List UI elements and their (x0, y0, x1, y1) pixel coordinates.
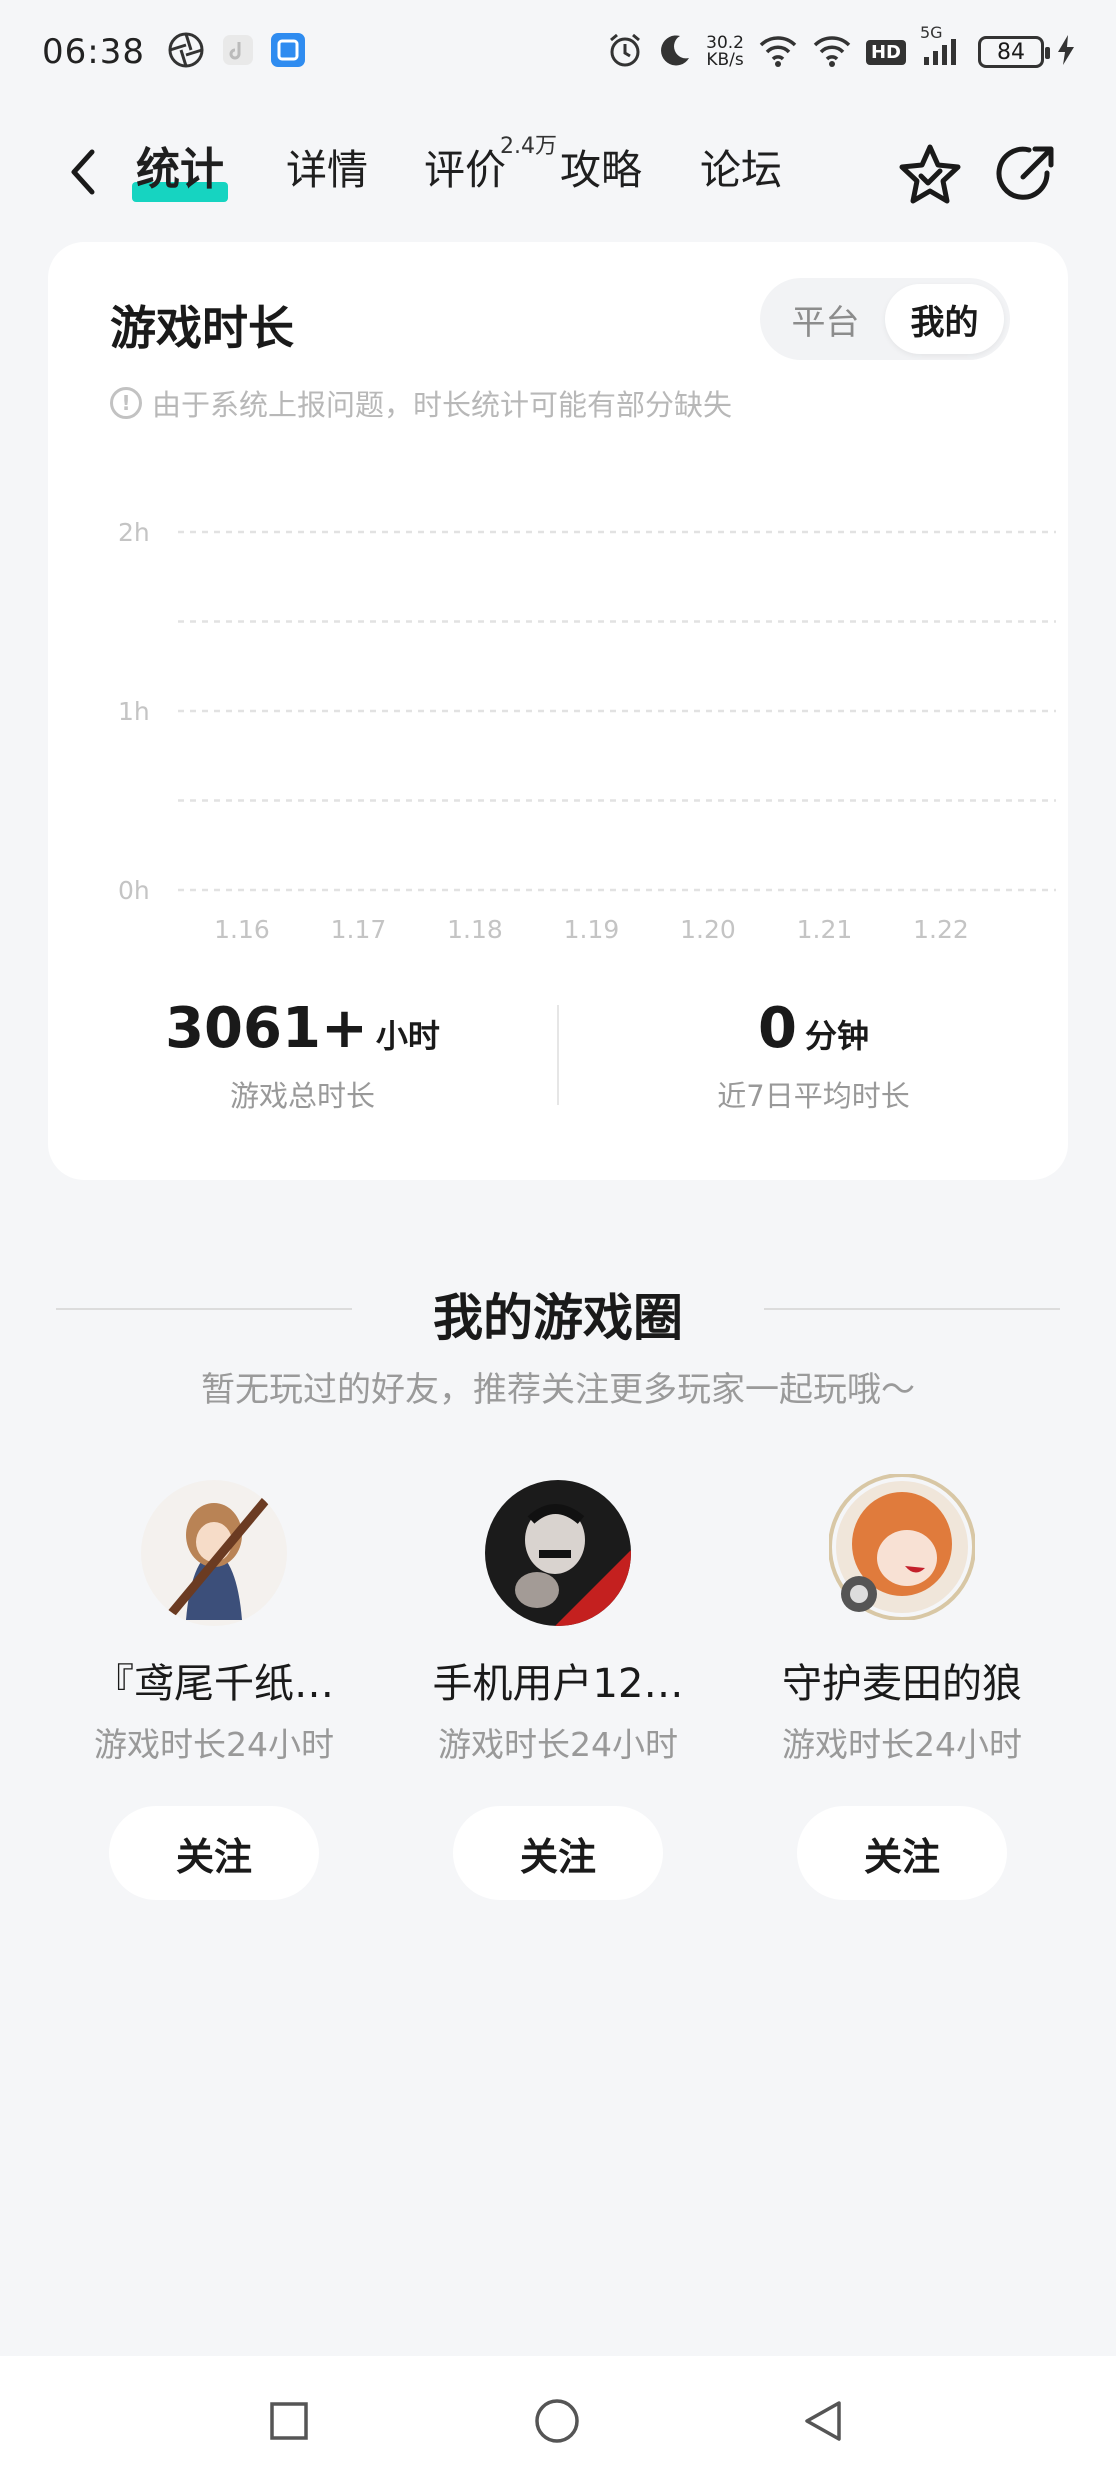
avg-label: 近7日平均时长 (717, 1078, 910, 1113)
reviews-count-badge: 2.4万 (500, 134, 557, 159)
follow-button[interactable]: 关注 (797, 1806, 1007, 1900)
friend-list: 『鸢尾千纸… 游戏时长24小时 关注 手机用户12… 游戏时长24小时 关注 守… (0, 1474, 1116, 1920)
share-icon (996, 146, 1054, 200)
playtime-chart: 0h 1h 2h 1.16 1.17 1.18 1.19 1.20 1.21 1.22 (118, 518, 1056, 944)
moon-icon (658, 33, 692, 71)
playtime-card: 游戏时长 平台 我的 ! 由于系统上报问题，时长统计可能有部分缺失 0h 1h 2h… (48, 242, 1068, 1180)
friend-playtime: 游戏时长24小时 (782, 1725, 1022, 1764)
status-right: 30.2 KB/s HD 5G 84 (606, 23, 1074, 73)
battery-indicator: 84 (978, 36, 1050, 68)
tab-label: 攻略 (560, 146, 642, 194)
avg-value: 0 (758, 995, 797, 1061)
wifi-icon-2 (812, 33, 852, 71)
net-speed-unit: KB/s (706, 50, 744, 70)
total-playtime: 3061+ 小时 游戏总时长 (48, 990, 557, 1120)
star-check-icon (899, 144, 961, 204)
friend-card: 『鸢尾千纸… 游戏时长24小时 关注 (42, 1480, 386, 1900)
tab-details[interactable]: 详情 (286, 138, 368, 202)
segment-mine[interactable]: 我的 (885, 284, 1004, 354)
summary-row: 3061+ 小时 游戏总时长 0 分钟 近7日平均时长 (48, 990, 1068, 1120)
segment-switch: 平台 我的 (760, 278, 1010, 360)
share-button[interactable] (990, 138, 1062, 210)
status-app-icons (167, 31, 305, 73)
tab-label: 详情 (286, 146, 368, 194)
status-time: 06:38 (42, 32, 145, 72)
y-tick-label: 1h (118, 697, 150, 726)
alarm-icon (606, 31, 644, 73)
tab-guides[interactable]: 攻略 (560, 138, 642, 202)
circle-icon (535, 2399, 579, 2443)
app-badge-icon (270, 33, 305, 71)
total-value: 3061+ (165, 995, 368, 1061)
tab-reviews[interactable]: 评价 (424, 138, 506, 202)
follow-button[interactable]: 关注 (453, 1806, 663, 1900)
friend-name[interactable]: 手机用户12… (433, 1658, 684, 1710)
friend-playtime: 游戏时长24小时 (438, 1725, 678, 1764)
avatar[interactable] (485, 1480, 631, 1626)
info-icon: ! (110, 387, 142, 419)
friend-card: 手机用户12… 游戏时长24小时 关注 (386, 1480, 730, 1900)
aperture-icon (167, 31, 205, 73)
x-tick-label: 1.19 (564, 915, 620, 944)
square-icon (270, 2402, 308, 2440)
avg-unit: 分钟 (804, 1016, 869, 1055)
tab-label: 统计 (136, 144, 224, 195)
friend-name[interactable]: 『鸢尾千纸… (94, 1658, 334, 1710)
total-unit: 小时 (375, 1016, 440, 1055)
section-title: 我的游戏圈 (433, 1289, 683, 1347)
x-tick-label: 1.16 (214, 915, 270, 944)
battery-level: 84 (997, 39, 1025, 65)
avg-7day-playtime: 0 分钟 近7日平均时长 (559, 990, 1068, 1120)
x-tick-label: 1.22 (913, 915, 969, 944)
signal-icon: 5G (920, 23, 964, 71)
game-circle-header: 我的游戏圈 (0, 1270, 1116, 1350)
charging-icon (1058, 35, 1074, 69)
back-nav-button[interactable] (798, 2396, 848, 2446)
friend-card: 守护麦田的狼 游戏时长24小时 关注 (730, 1474, 1074, 1900)
favorite-button[interactable] (894, 138, 966, 210)
back-button[interactable] (56, 144, 112, 200)
status-bar: 06:38 30.2 KB/s HD 5G 84 (0, 0, 1116, 104)
tab-forum[interactable]: 论坛 (700, 138, 782, 202)
x-tick-label: 1.21 (797, 915, 853, 944)
hd-badge: HD (865, 39, 906, 65)
y-tick-label: 2h (118, 518, 150, 547)
segment-platform[interactable]: 平台 (766, 284, 885, 354)
x-tick-label: 1.20 (680, 915, 736, 944)
avatar[interactable] (829, 1474, 975, 1626)
tab-label: 论坛 (700, 146, 782, 194)
triangle-back-icon (805, 2401, 841, 2441)
card-title: 游戏时长 (110, 301, 294, 355)
tab-label: 评价 (424, 146, 506, 194)
network-type: 5G (920, 23, 943, 42)
wifi-icon (758, 33, 798, 71)
top-nav: 统计 详情 评价 2.4万 攻略 论坛 (0, 120, 1116, 224)
x-tick-label: 1.17 (331, 915, 387, 944)
notice: ! 由于系统上报问题，时长统计可能有部分缺失 (110, 382, 732, 424)
chevron-left-icon (71, 149, 95, 195)
system-nav-bar (0, 2356, 1116, 2480)
avatar[interactable] (141, 1480, 287, 1626)
section-subtitle: 暂无玩过的好友，推荐关注更多玩家一起玩哦～ (201, 1370, 915, 1410)
tab-stats[interactable]: 统计 (132, 138, 228, 202)
x-tick-label: 1.18 (447, 915, 503, 944)
tiktok-icon (222, 35, 253, 69)
y-tick-label: 0h (118, 876, 150, 905)
notice-text: 由于系统上报问题，时长统计可能有部分缺失 (152, 388, 733, 422)
recent-apps-button[interactable] (264, 2396, 314, 2446)
total-label: 游戏总时长 (229, 1078, 375, 1113)
follow-button[interactable]: 关注 (109, 1806, 319, 1900)
friend-playtime: 游戏时长24小时 (94, 1725, 334, 1764)
net-speed: 30.2 KB/s (706, 35, 744, 69)
home-button[interactable] (532, 2396, 582, 2446)
friend-name[interactable]: 守护麦田的狼 (782, 1658, 1022, 1710)
